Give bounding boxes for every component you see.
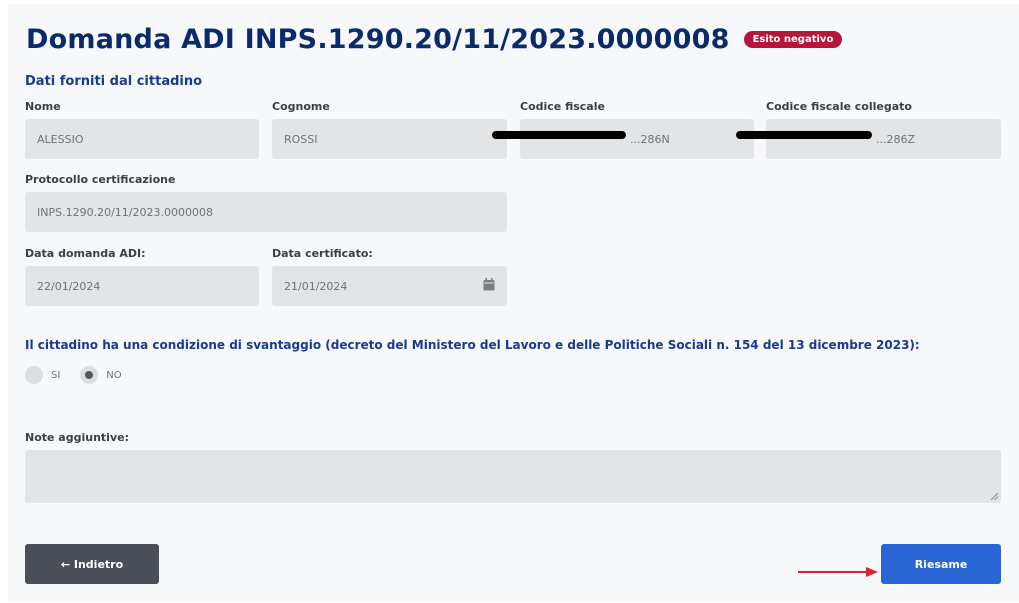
codice-fiscale-collegato-field[interactable]: ...286Z [766,119,1001,159]
codice-fiscale-field[interactable]: ...286N [520,119,754,159]
protocollo-field[interactable]: INPS.1290.20/11/2023.0000008 [25,192,507,232]
annotation-arrow-icon [798,567,878,577]
svantaggio-question: Il cittadino ha una condizione di svanta… [25,338,920,352]
data-certificato-label: Data certificato: [272,247,373,260]
cognome-field[interactable]: ROSSI [272,119,507,159]
note-label: Note aggiuntive: [25,431,129,444]
nome-label: Nome [25,100,61,113]
redaction-bar [492,131,626,139]
application-card: Domanda ADI INPS.1290.20/11/2023.0000008… [8,4,1019,601]
back-button[interactable]: ← Indietro [25,544,159,584]
radio-no-label: NO [106,369,122,381]
codice-fiscale-label: Codice fiscale [520,100,605,113]
resize-handle-icon[interactable] [990,492,998,500]
data-certificato-value: 21/01/2024 [284,279,348,293]
riesame-button[interactable]: Riesame [881,544,1001,584]
page-title: Domanda ADI INPS.1290.20/11/2023.0000008 [26,24,730,55]
codice-fiscale-collegato-label: Codice fiscale collegato [766,100,912,113]
data-domanda-label: Data domanda ADI: [25,247,146,260]
cognome-label: Cognome [272,100,330,113]
redaction-bar [736,131,872,139]
section-title: Dati forniti dal cittadino [25,74,203,89]
data-certificato-field[interactable]: 21/01/2024 [272,266,507,306]
calendar-icon[interactable] [483,278,495,291]
radio-no[interactable] [80,366,99,384]
note-textarea[interactable] [25,450,1001,503]
data-domanda-field[interactable]: 22/01/2024 [25,266,259,306]
nome-field[interactable]: ALESSIO [25,119,259,159]
status-badge: Esito negativo [743,31,843,48]
protocollo-label: Protocollo certificazione [25,173,176,186]
header: Domanda ADI INPS.1290.20/11/2023.0000008… [26,24,843,55]
radio-si[interactable] [25,366,43,384]
svantaggio-radio-group: SI NO [25,366,142,384]
radio-si-label: SI [51,369,61,381]
